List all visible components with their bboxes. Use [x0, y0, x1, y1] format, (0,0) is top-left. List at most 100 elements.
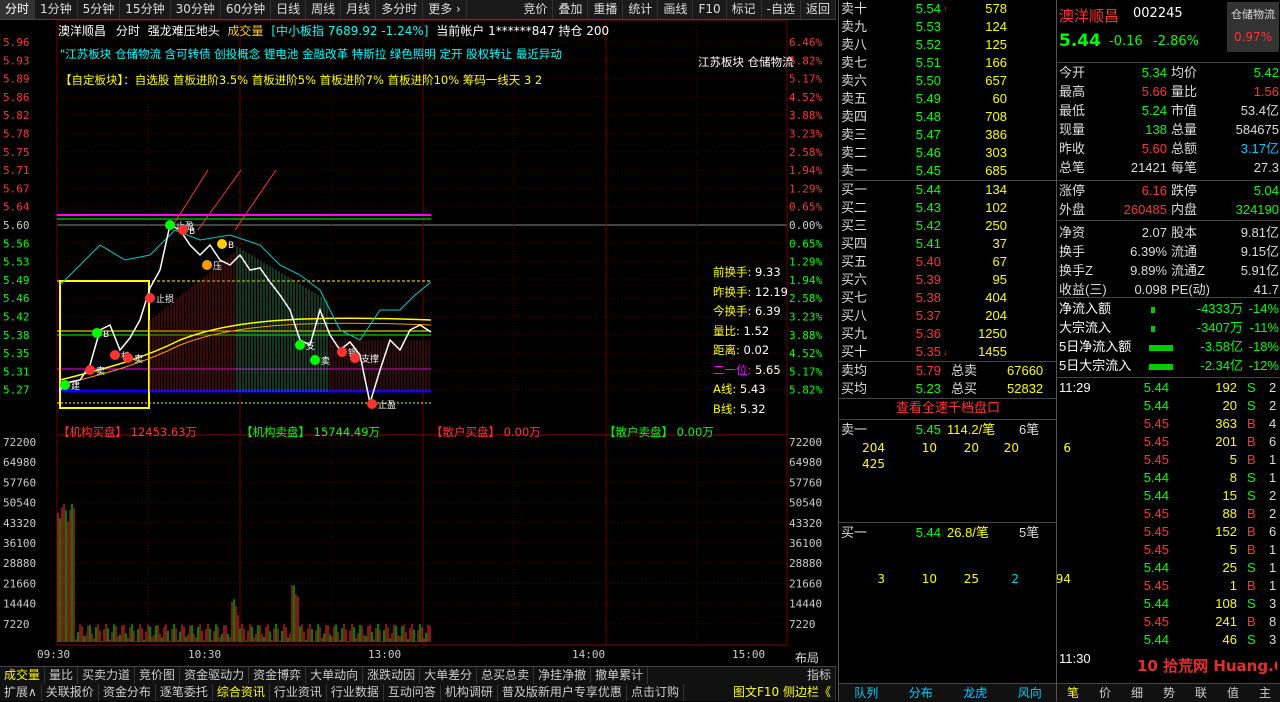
toolbar-button[interactable]: 标记: [727, 0, 762, 19]
bid-row[interactable]: 买三 5.42 250: [839, 217, 1057, 235]
ask-row[interactable]: 卖十 5.54 ↑ 578: [839, 0, 1057, 18]
tick-side: B: [1247, 452, 1256, 467]
period-tab[interactable]: 周线: [306, 0, 342, 19]
indicator-tab[interactable]: 成交量: [0, 667, 46, 684]
ask-row[interactable]: 卖五 5.49 60: [839, 90, 1057, 108]
toolbar-button[interactable]: 叠加: [553, 0, 589, 19]
period-tab[interactable]: 5分钟: [78, 0, 121, 19]
info-tab[interactable]: 逐笔委托: [156, 684, 213, 701]
tick-tab[interactable]: 值: [1217, 684, 1249, 702]
toolbar-button[interactable]: -自选: [762, 0, 801, 19]
bid-row[interactable]: 买九 5.36 1250: [839, 325, 1057, 343]
ask-label: 卖一: [841, 163, 868, 178]
order-book-tab[interactable]: 队列: [839, 684, 894, 702]
vol-axis-label-right: 21660: [789, 577, 822, 590]
info-tab[interactable]: 资金分布: [99, 684, 156, 701]
order-book-tab[interactable]: 龙虎: [948, 684, 1003, 702]
full-depth-button[interactable]: 查看全速千档盘口: [839, 399, 1057, 420]
indicator-tab[interactable]: 资金博弈: [249, 667, 307, 684]
order-book-tab[interactable]: 风向: [1003, 684, 1058, 702]
bid-row[interactable]: 买八 5.37 204: [839, 307, 1057, 325]
period-tab[interactable]: 多分时: [376, 0, 424, 19]
ask-row[interactable]: 卖三 5.47 386: [839, 126, 1057, 144]
bid-row[interactable]: 买七 5.38 404: [839, 289, 1057, 307]
side-stat-value: 0.02: [739, 343, 770, 357]
info-tab[interactable]: 行业数据: [327, 684, 384, 701]
order-book-tab[interactable]: 分布: [894, 684, 949, 702]
ask-row[interactable]: 卖八 5.52 125: [839, 36, 1057, 54]
info-tab[interactable]: 机构调研: [441, 684, 498, 701]
vol-axis-label: 50540: [3, 497, 36, 510]
tick-tab[interactable]: 主: [1249, 684, 1280, 702]
indicator-tab[interactable]: 净挂净撤: [534, 667, 592, 684]
overlay-tag-1: 江苏板块: [698, 55, 744, 69]
period-tab[interactable]: 月线: [341, 0, 377, 19]
info-tab[interactable]: 行业资讯: [270, 684, 327, 701]
period-tab[interactable]: 分时: [0, 0, 36, 19]
chart-canvas[interactable]: 5.96 6.46% 5.93 5.82% 5.89 5.17% 5.86 4.52% 5.82…: [0, 20, 836, 665]
tick-row: 5.44 192 S 2: [1057, 379, 1280, 397]
info-tab[interactable]: 普及版新用户专享优惠: [498, 684, 627, 701]
ask-row[interactable]: 卖九 5.53 124: [839, 18, 1057, 36]
bid-row[interactable]: 买二 5.43 102: [839, 199, 1057, 217]
side-stat-label: 量比:: [713, 323, 740, 338]
indicator-tab[interactable]: 竞价图: [135, 667, 181, 684]
ask-row[interactable]: 卖六 5.50 657: [839, 72, 1057, 90]
chart-marker-label: 卖: [321, 356, 330, 367]
info-tab[interactable]: 互动问答: [384, 684, 441, 701]
toolbar-button[interactable]: 竞价: [518, 0, 554, 19]
tick-side: S: [1247, 596, 1256, 611]
period-tab[interactable]: 更多 ›: [423, 0, 467, 19]
layout-button[interactable]: 布局: [795, 649, 819, 666]
indicator-menu-button[interactable]: 指标: [803, 667, 836, 684]
ask-price: 5.45: [915, 163, 941, 178]
tick-tab[interactable]: 价: [1089, 684, 1121, 702]
bid-row[interactable]: 买十 5.35 ↓ 1455: [839, 343, 1057, 361]
toolbar-button[interactable]: 统计: [623, 0, 659, 19]
ask-row[interactable]: 卖一 5.45 685: [839, 162, 1057, 180]
quote-label: 换手: [1059, 244, 1086, 259]
right-axis-label: 5.17%: [789, 365, 822, 378]
indicator-tab[interactable]: 大单差分: [420, 667, 478, 684]
toolbar-button[interactable]: 重播: [588, 0, 624, 19]
chart-marker: [178, 225, 188, 235]
info-tab[interactable]: 综合资讯: [213, 684, 270, 701]
period-tab[interactable]: 1分钟: [35, 0, 78, 19]
quote-value: 5.34: [1141, 65, 1167, 80]
tick-tab[interactable]: 联: [1185, 684, 1217, 702]
bid-row[interactable]: 买六 5.39 95: [839, 271, 1057, 289]
period-tab[interactable]: 30分钟: [171, 0, 221, 19]
period-tab[interactable]: 60分钟: [221, 0, 272, 19]
indicator-tab[interactable]: 量比: [45, 667, 79, 684]
indicator-tab[interactable]: 总买总卖: [477, 667, 535, 684]
tick-tab[interactable]: 细: [1121, 684, 1153, 702]
left-axis-label: 5.64: [3, 201, 30, 214]
ask-row[interactable]: 卖七 5.51 166: [839, 54, 1057, 72]
sidebar-toggle[interactable]: 图文F10 侧边栏《: [729, 684, 836, 701]
info-tab[interactable]: 点击订购: [627, 684, 684, 701]
indicator-tab[interactable]: 涨跌动因: [363, 667, 421, 684]
indicator-tab[interactable]: 资金驱动力: [180, 667, 250, 684]
info-tab[interactable]: 关联报价: [42, 684, 99, 701]
bid-row[interactable]: 买五 5.40 67: [839, 253, 1057, 271]
bid-row[interactable]: 买一 5.44 134: [839, 181, 1057, 199]
quote-label: 股本: [1171, 225, 1198, 240]
period-tab[interactable]: 日线: [271, 0, 307, 19]
indicator-tab[interactable]: 大单动向: [306, 667, 364, 684]
toolbar-button[interactable]: 返回: [801, 0, 836, 19]
tick-tab[interactable]: 势: [1153, 684, 1185, 702]
toolbar-button[interactable]: F10: [693, 0, 727, 19]
ask-row[interactable]: 卖四 5.48 708: [839, 108, 1057, 126]
index-info: [中小板指 7689.92 -1.24%]: [271, 24, 429, 38]
indicator-tab[interactable]: 撤单累计: [591, 667, 649, 684]
sector-tag-button[interactable]: 仓储物流: [1227, 2, 1279, 52]
bid-row[interactable]: 买四 5.41 37: [839, 235, 1057, 253]
indicator-tab[interactable]: 买卖力道: [78, 667, 136, 684]
stock-name: 澳洋顺昌: [58, 24, 107, 38]
ask-row[interactable]: 卖二 5.46 303: [839, 144, 1057, 162]
toolbar-button[interactable]: 画线: [658, 0, 694, 19]
period-tab[interactable]: 15分钟: [120, 0, 171, 19]
intraday-chart[interactable]: 5.96 6.46% 5.93 5.82% 5.89 5.17% 5.86 4.52% 5.82…: [0, 20, 836, 665]
tick-tab[interactable]: 笔: [1057, 684, 1089, 702]
info-tab[interactable]: 扩展∧: [0, 684, 42, 701]
